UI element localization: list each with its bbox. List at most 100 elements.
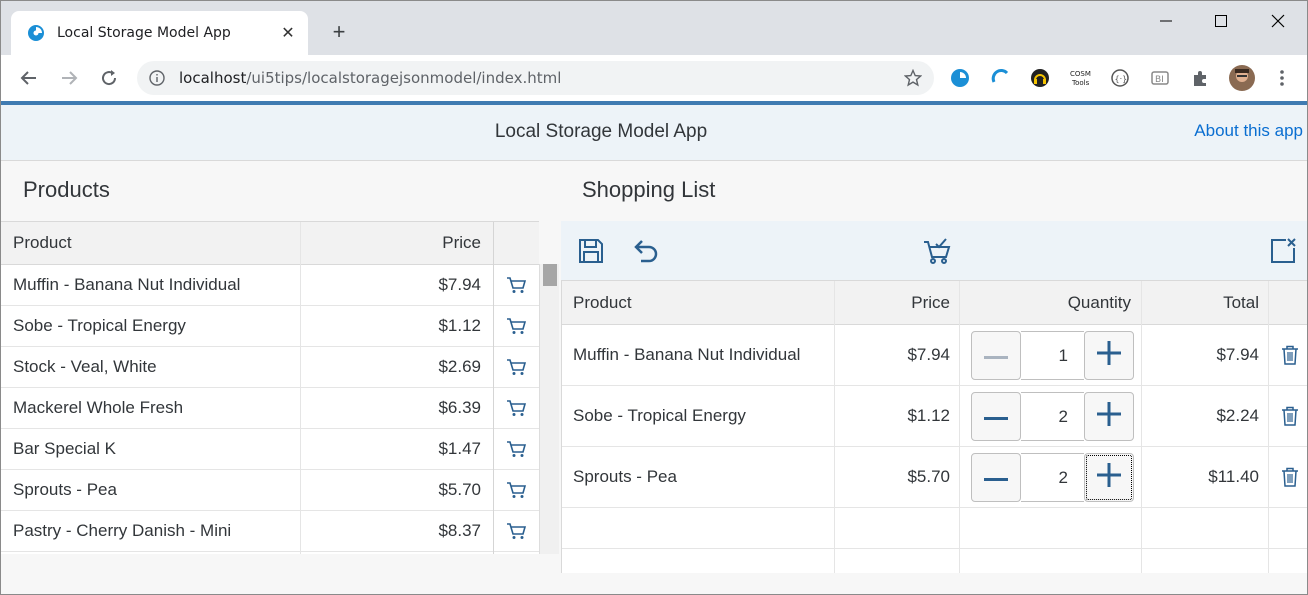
decrease-quantity-button[interactable]: [971, 392, 1021, 441]
product-name: Stock - Veal, White: [13, 357, 157, 376]
product-price: $2.69: [438, 357, 481, 376]
product-row[interactable]: Muffin - Banana Nut Individual $7.94: [1, 265, 539, 306]
browser-window: Local Storage Model App ✕ + localhost/ui…: [0, 0, 1308, 595]
products-table-header: Product Price: [1, 222, 539, 265]
browser-titlebar: Local Storage Model App ✕ +: [1, 1, 1307, 55]
product-price: $1.12: [438, 316, 481, 335]
quantity-stepper[interactable]: 2: [971, 453, 1134, 502]
products-scrollbar-thumb[interactable]: [543, 264, 557, 286]
item-price: $5.70: [907, 467, 950, 486]
new-tab-icon[interactable]: +: [327, 21, 351, 45]
quantity-stepper[interactable]: 2: [971, 392, 1134, 441]
bi-extension-icon[interactable]: BI: [1149, 67, 1171, 89]
increase-quantity-button[interactable]: [1084, 331, 1134, 380]
reload-icon[interactable]: [96, 65, 122, 91]
quantity-input[interactable]: 2: [1021, 392, 1084, 441]
product-row[interactable]: Sprouts - Pea $5.70: [1, 470, 539, 511]
shopping-row: Muffin - Banana Nut Individual $7.94 1 $7.9…: [562, 325, 1307, 386]
product-price: $6.39: [438, 398, 481, 417]
shopping-row: Sobe - Tropical Energy $1.12 2 $2.24: [562, 386, 1307, 447]
total-column-header[interactable]: Total: [1143, 281, 1259, 324]
save-icon[interactable]: [575, 235, 607, 267]
shopping-list-table: Product Price Quantity Total Muffin - Ba…: [561, 281, 1307, 573]
minus-icon: [984, 469, 1008, 487]
products-title: Products: [23, 177, 110, 202]
item-price: $7.94: [907, 345, 950, 364]
plus-icon: [1097, 463, 1121, 492]
products-scrollbar[interactable]: [539, 264, 559, 554]
minus-icon: [984, 408, 1008, 426]
add-to-cart-icon[interactable]: [494, 511, 538, 551]
browser-toolbar: localhost/ui5tips/localstoragejsonmodel/…: [1, 55, 1307, 101]
price-column-header[interactable]: Price: [836, 281, 950, 324]
product-name: Pastry - Cherry Danish - Mini: [13, 521, 232, 540]
browser-menu-icon[interactable]: [1271, 67, 1293, 89]
increase-quantity-button[interactable]: [1084, 392, 1134, 441]
add-to-cart-icon[interactable]: [494, 306, 538, 346]
shopping-table-header: Product Price Quantity Total: [562, 281, 1307, 325]
column-divider: [300, 222, 301, 554]
add-to-cart-icon[interactable]: [494, 265, 538, 305]
quantity-input[interactable]: 1: [1021, 331, 1084, 380]
product-row[interactable]: Bar Special K $1.47: [1, 429, 539, 470]
add-to-cart-icon[interactable]: [494, 429, 538, 469]
delete-icon[interactable]: [1270, 386, 1307, 446]
product-row[interactable]: Sobe - Tropical Energy $1.12: [1, 306, 539, 347]
undo-icon[interactable]: [629, 235, 661, 267]
product-name: Mackerel Whole Fresh: [13, 398, 184, 417]
browser-tab[interactable]: Local Storage Model App ✕: [11, 11, 308, 55]
item-name: Sprouts - Pea: [573, 467, 677, 486]
increase-quantity-button[interactable]: [1084, 453, 1134, 502]
forward-arrow-icon[interactable]: [56, 65, 82, 91]
svg-text:{·}: {·}: [1115, 75, 1128, 84]
app-favicon-icon: [28, 25, 44, 41]
close-window-icon[interactable]: [1263, 9, 1293, 33]
product-row[interactable]: Stock - Veal, White $2.69: [1, 347, 539, 388]
column-divider: [959, 281, 960, 573]
add-to-cart-icon[interactable]: [494, 388, 538, 428]
code-extension-icon[interactable]: {·}: [1109, 67, 1131, 89]
tab-title: Local Storage Model App: [57, 25, 231, 41]
product-row[interactable]: Pastry - Cherry Danish - Mini $8.37: [1, 511, 539, 552]
quantity-column-header[interactable]: Quantity: [961, 281, 1131, 324]
url-host: localhost: [179, 69, 247, 87]
back-arrow-icon[interactable]: [16, 65, 42, 91]
edge-style-extension-icon[interactable]: [989, 67, 1011, 89]
delete-icon[interactable]: [1270, 447, 1307, 507]
empty-row: [562, 508, 1307, 549]
cart-checkout-icon[interactable]: [921, 235, 953, 267]
product-price: $5.70: [438, 480, 481, 499]
product-column-header[interactable]: Product: [13, 222, 298, 264]
quantity-stepper[interactable]: 1: [971, 331, 1134, 380]
site-info-icon[interactable]: [149, 70, 165, 86]
quantity-input[interactable]: 2: [1021, 453, 1084, 502]
price-column-header[interactable]: Price: [301, 222, 481, 264]
cosmo-tools-extension-icon[interactable]: COSMOTools: [1069, 67, 1091, 89]
decrease-quantity-button[interactable]: [971, 453, 1021, 502]
product-row[interactable]: Mackerel Whole Fresh $6.39: [1, 388, 539, 429]
about-link[interactable]: About this app: [1194, 121, 1303, 141]
product-name: Sobe - Tropical Energy: [13, 316, 186, 335]
tab-close-icon[interactable]: ✕: [278, 23, 298, 43]
product-column-header[interactable]: Product: [573, 281, 833, 324]
svg-text:COSMO: COSMO: [1070, 70, 1091, 78]
headphones-extension-icon[interactable]: [1029, 67, 1051, 89]
product-price: $1.47: [438, 439, 481, 458]
maximize-icon[interactable]: [1206, 9, 1236, 33]
delete-icon[interactable]: [1270, 325, 1307, 385]
item-name: Sobe - Tropical Energy: [573, 406, 746, 425]
plus-icon: [1097, 341, 1121, 370]
bookmark-star-icon[interactable]: [904, 69, 922, 87]
address-bar[interactable]: localhost/ui5tips/localstoragejsonmodel/…: [137, 61, 934, 95]
extensions-puzzle-icon[interactable]: [1189, 67, 1211, 89]
item-name: Muffin - Banana Nut Individual: [573, 345, 801, 364]
minimize-icon[interactable]: [1151, 9, 1181, 33]
shopping-row: Sprouts - Pea $5.70 2 $11.40: [562, 447, 1307, 508]
profile-avatar[interactable]: [1229, 65, 1255, 91]
decrease-quantity-button[interactable]: [971, 331, 1021, 380]
clear-list-icon[interactable]: [1267, 235, 1299, 267]
ui5-inspector-extension-icon[interactable]: [949, 67, 971, 89]
add-to-cart-icon[interactable]: [494, 347, 538, 387]
app-header: Local Storage Model App About this app: [1, 105, 1307, 161]
add-to-cart-icon[interactable]: [494, 470, 538, 510]
